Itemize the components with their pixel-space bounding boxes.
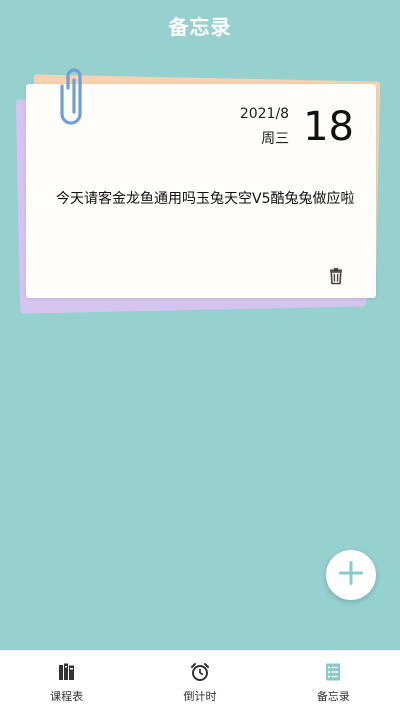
plus-icon — [337, 559, 365, 591]
bottom-navigation: 课程表 倒计时 备忘录 — [0, 650, 400, 711]
note-day: 18 — [303, 104, 354, 150]
page-title: 备忘录 — [168, 14, 232, 39]
add-note-button[interactable] — [326, 550, 376, 600]
note-card[interactable]: 2021/8 周三 18 今天请客金龙鱼通用吗玉兔天空V5酷兔兔做应啦 — [15, 68, 384, 316]
alarm-clock-icon — [189, 661, 211, 683]
nav-label-memo: 备忘录 — [316, 690, 350, 703]
note-date-left: 2021/8 周三 — [240, 104, 289, 150]
note-date: 2021/8 周三 18 — [240, 104, 354, 150]
note-weekday: 周三 — [261, 131, 290, 147]
nav-label-countdown: 倒计时 — [183, 690, 217, 703]
nav-item-timetable[interactable]: 课程表 — [0, 651, 133, 711]
note-year-month: 2021/8 — [239, 106, 290, 122]
delete-button[interactable] — [326, 268, 346, 288]
trash-icon — [327, 267, 345, 289]
nav-item-countdown[interactable]: 倒计时 — [133, 651, 266, 711]
paperclip-icon — [58, 68, 88, 132]
note-text: 今天请客金龙鱼通用吗玉兔天空V5酷兔兔做应啦 — [56, 191, 355, 207]
top-bar: 备忘录 — [0, 0, 400, 50]
books-icon — [56, 661, 78, 683]
app-root: 备忘录 2021/8 周三 18 今天请客金龙鱼通用吗玉兔天空V5酷兔兔做应啦 — [0, 0, 400, 711]
list-icon — [322, 661, 344, 683]
nav-item-memo[interactable]: 备忘录 — [267, 651, 400, 711]
nav-label-timetable: 课程表 — [50, 690, 84, 703]
